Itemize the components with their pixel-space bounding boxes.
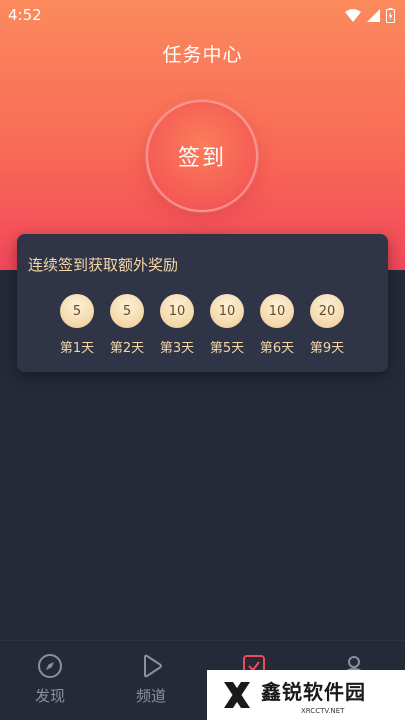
watermark: 鑫锐软件园 XRCCTV.NET: [207, 670, 405, 720]
bonus-item: 10 第6天: [260, 294, 294, 356]
battery-icon: [386, 7, 395, 23]
coin-badge: 10: [260, 294, 294, 328]
sign-in-label: 签到: [177, 146, 226, 171]
coin-badge: 5: [110, 294, 144, 328]
coin-badge: 10: [160, 294, 194, 328]
status-bar: 4:52: [0, 0, 405, 30]
page-title: 任务中心: [162, 44, 243, 66]
day-label: 第6天: [259, 341, 295, 356]
watermark-url: XRCCTV.NET: [301, 706, 345, 715]
bonus-card: 连续签到获取额外奖励 5 第1天 5 第2天 10 第3天 10 第5天 10 …: [17, 234, 388, 372]
tab-channel[interactable]: 频道: [121, 653, 181, 706]
bonus-list: 5 第1天 5 第2天 10 第3天 10 第5天 10 第6天 20 第9天: [60, 294, 344, 356]
bonus-item: 5 第2天: [110, 294, 144, 356]
day-label: 第1天: [59, 341, 95, 356]
play-icon: [144, 654, 162, 678]
bonus-item: 20 第9天: [310, 294, 344, 356]
day-label: 第9天: [309, 341, 345, 356]
tab-discover-label: 发现: [34, 687, 65, 705]
watermark-text: 鑫锐软件园: [261, 679, 366, 704]
status-icons: [345, 7, 395, 23]
watermark-logo: [224, 682, 250, 708]
bonus-item: 10 第5天: [210, 294, 244, 356]
coin-badge: 10: [210, 294, 244, 328]
bonus-item: 5 第1天: [60, 294, 94, 356]
tab-discover[interactable]: 发现: [20, 653, 80, 706]
signal-icon: [367, 8, 380, 22]
tab-channel-label: 频道: [135, 687, 166, 705]
day-label: 第5天: [209, 341, 245, 356]
day-label: 第3天: [159, 341, 195, 356]
coin-badge: 20: [310, 294, 344, 328]
status-time: 4:52: [8, 6, 42, 24]
compass-icon: [38, 654, 62, 678]
sign-in-button[interactable]: 签到: [146, 100, 258, 212]
bonus-item: 10 第3天: [160, 294, 194, 356]
coin-badge: 5: [60, 294, 94, 328]
day-label: 第2天: [109, 341, 145, 356]
wifi-icon: [345, 8, 361, 22]
bonus-title: 连续签到获取额外奖励: [28, 256, 179, 274]
